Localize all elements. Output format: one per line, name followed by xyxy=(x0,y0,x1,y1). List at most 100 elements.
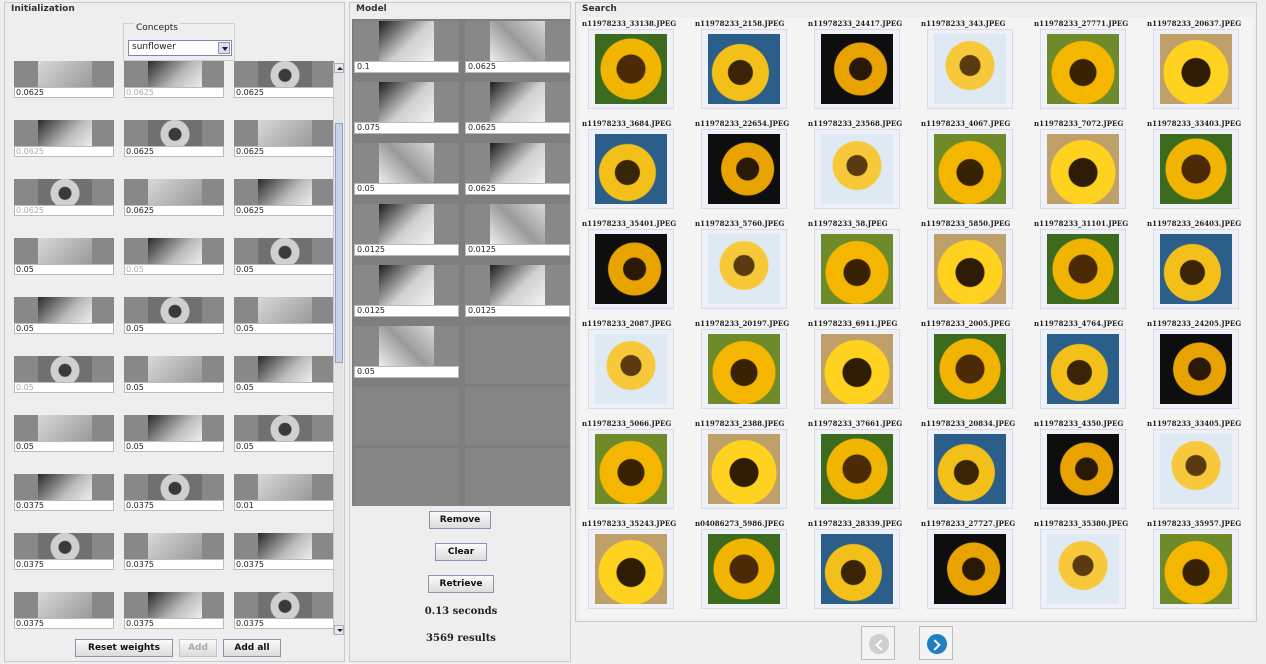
init-tile[interactable]: 0.0625 xyxy=(230,120,334,157)
init-tile[interactable]: 0.0625 xyxy=(10,179,116,216)
init-tile[interactable]: 0.05 xyxy=(120,297,226,334)
result-item[interactable]: n11978233_23568.JPEG xyxy=(808,119,919,215)
model-thumbnail[interactable] xyxy=(465,204,570,244)
result-item[interactable]: n11978233_35380.JPEG xyxy=(1034,519,1145,615)
result-item[interactable]: n11978233_33138.JPEG xyxy=(582,19,693,115)
result-image[interactable] xyxy=(701,529,787,609)
init-tile[interactable]: 0.0375 xyxy=(120,474,226,511)
result-image[interactable] xyxy=(588,329,674,409)
result-item[interactable]: n11978233_2158.JPEG xyxy=(695,19,806,115)
init-thumbnail[interactable] xyxy=(124,533,224,559)
result-item[interactable]: n11978233_27771.JPEG xyxy=(1034,19,1145,115)
result-image[interactable] xyxy=(588,429,674,509)
weight-field[interactable]: 0.05 xyxy=(124,323,224,334)
model-tile[interactable]: 0.05 xyxy=(354,143,459,201)
weight-field[interactable]: 0.0375 xyxy=(14,618,114,629)
init-thumbnail[interactable] xyxy=(234,61,334,87)
result-image[interactable] xyxy=(1040,229,1126,309)
init-tile[interactable]: 0.05 xyxy=(120,356,226,393)
weight-field[interactable]: 0.0625 xyxy=(14,205,114,216)
init-tile[interactable]: 0.0375 xyxy=(120,592,226,629)
result-item[interactable]: n11978233_35401.JPEG xyxy=(582,219,693,315)
result-image[interactable] xyxy=(814,129,900,209)
result-image[interactable] xyxy=(1040,29,1126,109)
result-item[interactable]: n11978233_35243.JPEG xyxy=(582,519,693,615)
init-thumbnail[interactable] xyxy=(234,415,334,441)
reset-weights-button[interactable]: Reset weights xyxy=(75,639,173,657)
result-image[interactable] xyxy=(701,29,787,109)
init-thumbnail[interactable] xyxy=(124,179,224,205)
model-thumbnail[interactable] xyxy=(465,265,570,305)
init-tile[interactable]: 0.0375 xyxy=(10,533,116,570)
weight-field[interactable]: 0.05 xyxy=(14,323,114,334)
weight-field[interactable]: 0.01 xyxy=(234,500,334,511)
result-item[interactable]: n11978233_5850.JPEG xyxy=(921,219,1032,315)
init-thumbnail[interactable] xyxy=(14,61,114,87)
weight-field[interactable]: 0.0625 xyxy=(124,87,224,98)
init-thumbnail[interactable] xyxy=(234,474,334,500)
weight-field[interactable]: 0.0375 xyxy=(234,559,334,570)
model-thumbnail[interactable] xyxy=(465,82,570,122)
weight-field[interactable]: 0.05 xyxy=(14,264,114,275)
result-item[interactable]: n11978233_3684.JPEG xyxy=(582,119,693,215)
weight-field[interactable]: 0.0625 xyxy=(234,87,334,98)
weight-field[interactable]: 0.05 xyxy=(234,264,334,275)
result-item[interactable]: n11978233_5760.JPEG xyxy=(695,219,806,315)
result-image[interactable] xyxy=(588,29,674,109)
weight-field[interactable]: 0.0625 xyxy=(234,205,334,216)
result-item[interactable]: n11978233_37661.JPEG xyxy=(808,419,919,515)
model-tile[interactable]: 0.0125 xyxy=(354,265,459,323)
init-tile[interactable]: 0.05 xyxy=(230,297,334,334)
weight-field[interactable]: 0.05 xyxy=(234,382,334,393)
init-thumbnail[interactable] xyxy=(234,533,334,559)
result-image[interactable] xyxy=(927,329,1013,409)
result-item[interactable]: n11978233_343.JPEG xyxy=(921,19,1032,115)
clear-button[interactable]: Clear xyxy=(435,543,487,561)
previous-page-button[interactable] xyxy=(861,626,895,660)
result-item[interactable]: n11978233_4764.JPEG xyxy=(1034,319,1145,415)
model-thumbnail[interactable] xyxy=(354,326,459,366)
result-item[interactable]: n11978233_2087.JPEG xyxy=(582,319,693,415)
weight-field[interactable]: 0.05 xyxy=(124,441,224,452)
weight-field[interactable]: 0.0375 xyxy=(234,618,334,629)
model-tile[interactable]: 0.075 xyxy=(354,82,459,140)
model-tile[interactable]: 0.0125 xyxy=(354,204,459,262)
result-image[interactable] xyxy=(1153,429,1239,509)
model-thumbnail[interactable] xyxy=(354,143,459,183)
chevron-down-icon[interactable] xyxy=(218,42,230,54)
result-image[interactable] xyxy=(1153,229,1239,309)
weight-field[interactable]: 0.05 xyxy=(124,264,224,275)
init-thumbnail[interactable] xyxy=(234,592,334,618)
weight-field[interactable]: 0.05 xyxy=(14,382,114,393)
model-tile[interactable]: 0.0625 xyxy=(465,143,570,201)
init-tile[interactable]: 0.05 xyxy=(120,238,226,275)
scroll-up-icon[interactable] xyxy=(334,63,344,73)
init-tile[interactable]: 0.0375 xyxy=(120,533,226,570)
init-tile[interactable]: 0.05 xyxy=(10,297,116,334)
init-tile[interactable]: 0.05 xyxy=(230,415,334,452)
weight-field[interactable]: 0.0625 xyxy=(124,205,224,216)
scroll-thumb[interactable] xyxy=(335,123,343,363)
retrieve-button[interactable]: Retrieve xyxy=(428,575,494,593)
weight-field[interactable]: 0.05 xyxy=(234,441,334,452)
result-image[interactable] xyxy=(1040,529,1126,609)
next-page-button[interactable] xyxy=(919,626,953,660)
result-image[interactable] xyxy=(814,329,900,409)
result-image[interactable] xyxy=(927,29,1013,109)
result-image[interactable] xyxy=(588,529,674,609)
result-image[interactable] xyxy=(1153,529,1239,609)
init-thumbnail[interactable] xyxy=(234,238,334,264)
model-thumbnail[interactable] xyxy=(465,21,570,61)
init-thumbnail[interactable] xyxy=(14,120,114,146)
init-thumbnail[interactable] xyxy=(124,238,224,264)
model-tile[interactable]: 0.05 xyxy=(354,326,459,384)
init-tile[interactable]: 0.0625 xyxy=(120,179,226,216)
weight-field[interactable]: 0.0375 xyxy=(14,559,114,570)
init-tile[interactable]: 0.0625 xyxy=(10,120,116,157)
weight-field[interactable]: 0.0375 xyxy=(124,500,224,511)
model-thumbnail[interactable] xyxy=(465,143,570,183)
init-thumbnail[interactable] xyxy=(14,415,114,441)
model-thumbnail[interactable] xyxy=(354,82,459,122)
init-thumbnail[interactable] xyxy=(124,592,224,618)
result-item[interactable]: n11978233_24417.JPEG xyxy=(808,19,919,115)
